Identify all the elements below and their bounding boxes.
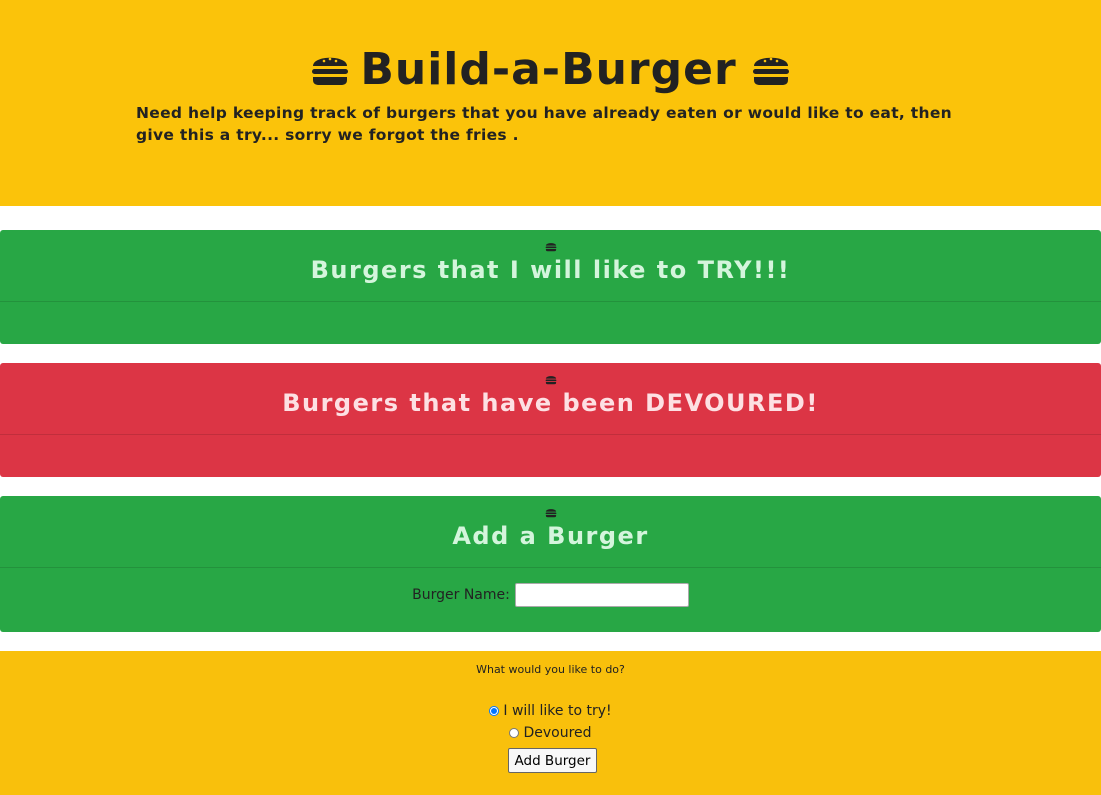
- option-try-label: I will like to try!: [503, 703, 612, 719]
- try-section-header: Burgers that I will like to TRY!!!: [0, 230, 1101, 302]
- add-burger-header: Add a Burger: [0, 496, 1101, 568]
- option-try-radio[interactable]: [489, 706, 500, 716]
- add-burger-title: Add a Burger: [452, 522, 649, 550]
- page-title-text: Build-a-Burger: [360, 44, 737, 95]
- hamburger-icon: [752, 57, 789, 85]
- burger-name-row: Burger Name:: [0, 583, 1101, 607]
- try-section: Burgers that I will like to TRY!!!: [0, 230, 1101, 344]
- devoured-section-header: Burgers that have been DEVOURED!: [0, 363, 1101, 435]
- header: Build-a-Burger Need help keeping track o…: [0, 0, 1101, 206]
- options-question: What would you like to do?: [476, 663, 625, 676]
- options-panel: What would you like to do? I will like t…: [0, 651, 1101, 795]
- option-devoured-row[interactable]: Devoured: [0, 725, 1101, 741]
- hamburger-icon: [312, 57, 349, 85]
- devoured-section-title: Burgers that have been DEVOURED!: [282, 389, 819, 417]
- add-burger-section: Add a Burger Burger Name:: [0, 496, 1101, 632]
- page-title: Build-a-Burger: [0, 44, 1101, 95]
- option-devoured-radio[interactable]: [509, 728, 520, 738]
- option-try-row[interactable]: I will like to try!: [0, 703, 1101, 719]
- burger-name-label: Burger Name:: [412, 587, 510, 603]
- hamburger-icon: [545, 376, 556, 385]
- hamburger-icon: [545, 243, 556, 252]
- try-section-title: Burgers that I will like to TRY!!!: [310, 256, 791, 284]
- hamburger-icon: [545, 509, 556, 518]
- add-burger-button[interactable]: Add Burger: [508, 748, 597, 773]
- burger-name-input[interactable]: [514, 583, 689, 607]
- option-devoured-label: Devoured: [523, 725, 592, 741]
- devoured-section: Burgers that have been DEVOURED!: [0, 363, 1101, 477]
- tagline: Need help keeping track of burgers that …: [136, 104, 952, 144]
